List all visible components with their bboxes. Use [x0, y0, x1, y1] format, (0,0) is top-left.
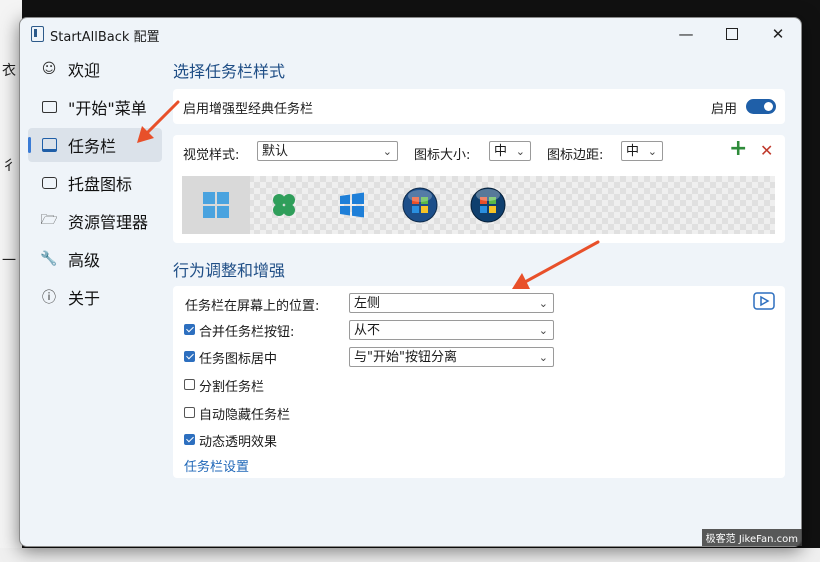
- sidebar-item-welcome[interactable]: ☺ 欢迎: [28, 52, 162, 86]
- icon-margin-select[interactable]: 中 ⌄: [621, 141, 663, 161]
- style-tile-windows7[interactable]: [386, 176, 454, 234]
- title-bar: StartAllBack 配置 — ✕: [20, 18, 801, 50]
- center-icons-label: 任务图标居中: [199, 352, 278, 367]
- visual-style-select[interactable]: 默认 ⌄: [257, 141, 398, 161]
- icon-margin-value: 中: [626, 144, 640, 159]
- sidebar-item-label: 欢迎: [68, 61, 101, 80]
- split-taskbar-checkbox[interactable]: [184, 379, 195, 390]
- transparency-label: 动态透明效果: [199, 435, 278, 450]
- close-button[interactable]: ✕: [755, 18, 801, 50]
- sidebar-item-taskbar[interactable]: 任务栏: [28, 128, 162, 162]
- combine-label: 合并任务栏按钮:: [199, 325, 295, 340]
- sidebar-item-about[interactable]: ⓘ 关于: [28, 280, 162, 314]
- enable-label: 启用: [711, 102, 738, 117]
- center-icons-select[interactable]: 与"开始"按钮分离 ⌄: [349, 347, 554, 367]
- combine-value: 从不: [354, 323, 381, 338]
- info-icon: ⓘ: [42, 290, 56, 306]
- windows-vista-orb-icon: [470, 187, 506, 223]
- wrench-icon: 🔧: [40, 251, 58, 267]
- icon-size-select[interactable]: 中 ⌄: [489, 141, 531, 161]
- sidebar-item-explorer[interactable]: 🗁 资源管理器: [28, 204, 162, 238]
- autohide-checkbox[interactable]: [184, 407, 195, 418]
- chevron-down-icon: ⌄: [538, 324, 548, 337]
- behavior-card: 任务栏在屏幕上的位置: 左侧 ⌄ 合并任务栏按钮: 从不 ⌄ 任务图标居中 与"…: [173, 286, 785, 478]
- tray-icon: [38, 177, 60, 189]
- taskbar-settings-link[interactable]: 任务栏设置: [184, 456, 249, 475]
- style-picker-card: 视觉样式: 默认 ⌄ 图标大小: 中 ⌄ 图标边距: 中 ⌄ + ✕: [173, 135, 785, 243]
- transparency-checkbox[interactable]: [184, 434, 195, 445]
- style-tile-windows11[interactable]: [182, 176, 250, 234]
- sidebar-item-label: 资源管理器: [68, 213, 149, 232]
- minimize-button[interactable]: —: [663, 18, 709, 50]
- visual-style-label: 视觉样式:: [183, 148, 240, 163]
- style-preview-strip: [182, 176, 775, 234]
- section-heading-behavior: 行为调整和增强: [173, 261, 286, 280]
- enhanced-taskbar-label: 启用增强型经典任务栏: [183, 102, 314, 117]
- enhanced-taskbar-card: 启用增强型经典任务栏 启用: [173, 89, 785, 124]
- windows7-orb-icon: [402, 187, 438, 223]
- smiley-icon: ☺: [41, 61, 57, 77]
- delete-style-button[interactable]: ✕: [760, 141, 773, 160]
- play-tutorial-button[interactable]: [753, 292, 775, 314]
- watermark: 极客范 JikeFan.com: [701, 529, 802, 546]
- autohide-label: 自动隐藏任务栏: [199, 408, 291, 423]
- sidebar-item-start-menu[interactable]: "开始"菜单: [28, 90, 162, 124]
- position-select[interactable]: 左侧 ⌄: [349, 293, 554, 313]
- style-tile-clover[interactable]: [250, 176, 318, 234]
- chevron-down-icon: ⌄: [538, 351, 548, 364]
- sidebar-item-label: 托盘图标: [68, 175, 133, 194]
- chevron-down-icon: ⌄: [538, 297, 548, 310]
- icon-size-label: 图标大小:: [414, 148, 471, 163]
- icon-size-value: 中: [494, 144, 508, 159]
- sidebar-item-label: 任务栏: [68, 137, 117, 156]
- chevron-down-icon: ⌄: [382, 145, 392, 158]
- config-window: StartAllBack 配置 — ✕ ☺ 欢迎 "开始"菜单 任务栏 托盘图标: [19, 17, 802, 547]
- minimize-icon: —: [678, 25, 694, 43]
- add-style-button[interactable]: +: [729, 136, 747, 161]
- center-icons-value: 与"开始"按钮分离: [354, 350, 457, 365]
- windows11-icon: [203, 192, 229, 218]
- window-title: StartAllBack 配置: [50, 30, 160, 45]
- sidebar: ☺ 欢迎 "开始"菜单 任务栏 托盘图标 🗁 资源管理器 🔧 高级 ⓘ 关于: [28, 52, 162, 318]
- chevron-down-icon: ⌄: [515, 145, 525, 158]
- sidebar-item-label: "开始"菜单: [68, 99, 147, 118]
- maximize-icon: [726, 28, 738, 40]
- position-value: 左侧: [354, 296, 381, 311]
- center-icons-checkbox[interactable]: [184, 351, 195, 362]
- maximize-button[interactable]: [709, 18, 755, 50]
- sidebar-item-advanced[interactable]: 🔧 高级: [28, 242, 162, 276]
- section-heading-style: 选择任务栏样式: [173, 62, 286, 81]
- play-icon: [753, 292, 775, 310]
- close-icon: ✕: [771, 25, 785, 43]
- visual-style-value: 默认: [262, 144, 289, 159]
- combine-checkbox[interactable]: [184, 324, 195, 335]
- folder-icon: 🗁: [40, 212, 58, 228]
- clover-icon: [273, 194, 295, 216]
- combine-select[interactable]: 从不 ⌄: [349, 320, 554, 340]
- enable-toggle[interactable]: [746, 99, 776, 114]
- position-label: 任务栏在屏幕上的位置:: [185, 299, 320, 314]
- start-menu-icon: [38, 101, 60, 113]
- background-strip: [0, 548, 820, 562]
- split-taskbar-label: 分割任务栏: [199, 380, 265, 395]
- style-tile-vista[interactable]: [454, 176, 522, 234]
- taskbar-icon: [38, 138, 60, 152]
- sidebar-item-tray-icons[interactable]: 托盘图标: [28, 166, 162, 200]
- sidebar-item-label: 高级: [68, 251, 101, 270]
- style-tile-windows10[interactable]: [318, 176, 386, 234]
- icon-margin-label: 图标边距:: [547, 148, 604, 163]
- windows10-icon: [340, 192, 364, 218]
- chevron-down-icon: ⌄: [647, 145, 657, 158]
- app-icon: [31, 26, 44, 42]
- sidebar-item-label: 关于: [68, 289, 101, 308]
